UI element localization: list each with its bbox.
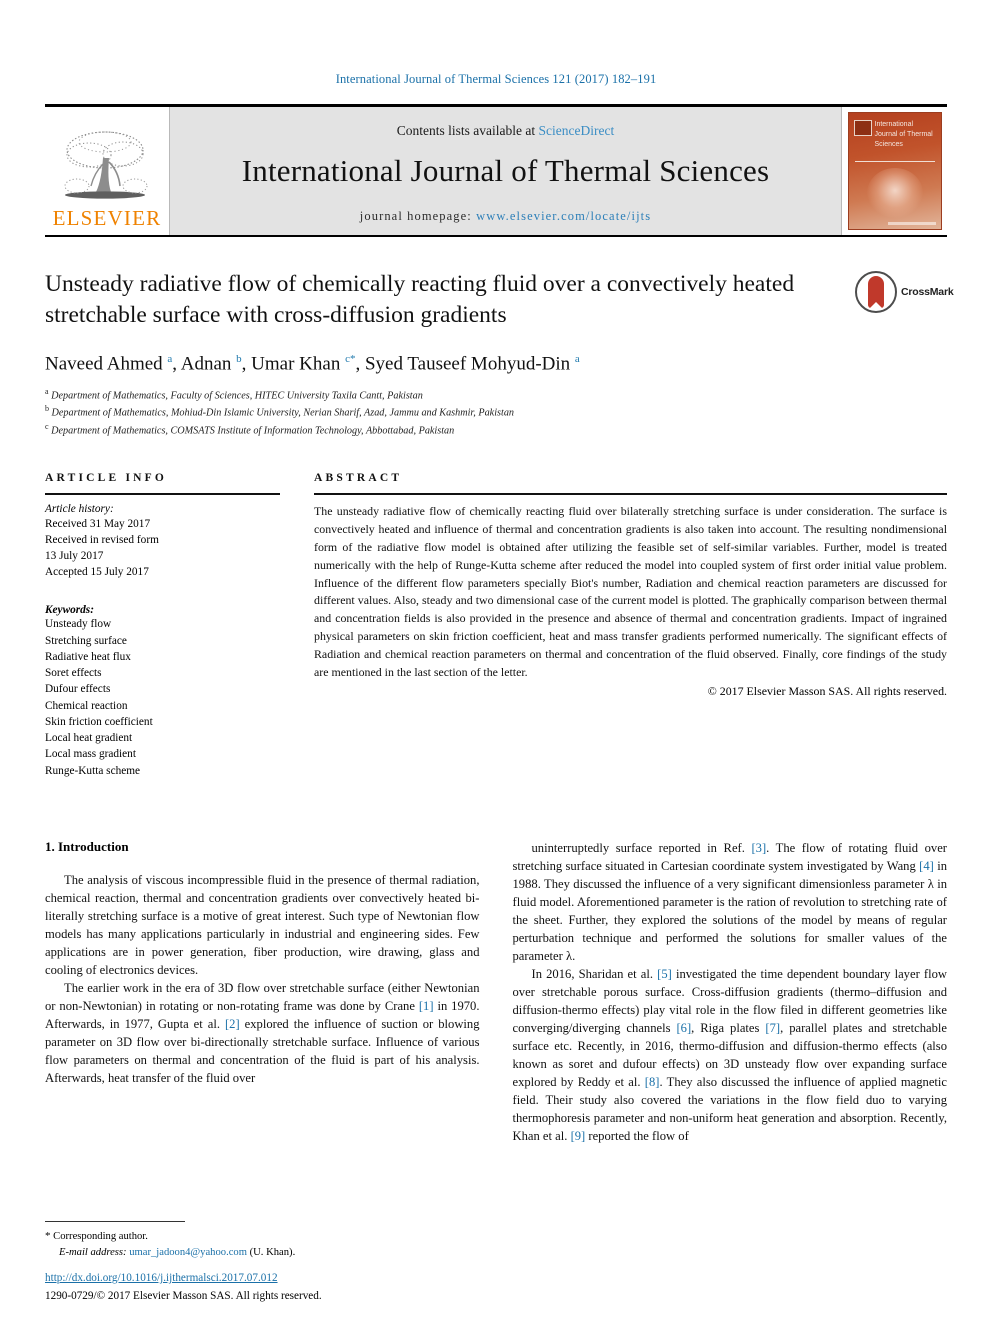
keyword-item: Local mass gradient xyxy=(45,748,136,761)
email-link[interactable]: umar_jadoon4@yahoo.com xyxy=(129,1247,247,1258)
masthead-center: Contents lists available at ScienceDirec… xyxy=(170,107,841,235)
asterisk-icon: * xyxy=(45,1230,51,1243)
affiliation-mark: c xyxy=(45,422,49,432)
affiliation-mark: a xyxy=(45,386,49,396)
crossmark-badge[interactable]: CrossMark xyxy=(855,271,954,319)
paragraph: uninterruptedly surface reported in Ref.… xyxy=(512,840,948,963)
keyword-item: Skin friction coefficient xyxy=(45,715,153,728)
keyword-item: Dufour effects xyxy=(45,683,111,696)
crossmark-icon xyxy=(855,271,897,313)
article-history-item: Received in revised form xyxy=(45,534,159,547)
abstract-rule xyxy=(314,493,947,496)
cover-burst-graphic xyxy=(866,168,923,218)
homepage-url-link[interactable]: www.elsevier.com/locate/ijts xyxy=(476,209,651,223)
email-line: E-mail address: umar_jadoon4@yahoo.com (… xyxy=(45,1245,475,1261)
affiliation-text: Department of Mathematics, COMSATS Insti… xyxy=(51,425,455,437)
corresponding-author-footnote: * Corresponding author. E-mail address: … xyxy=(45,1221,475,1261)
title-block: Unsteady radiative flow of chemically re… xyxy=(45,269,954,440)
journal-title: International Journal of Thermal Science… xyxy=(241,152,770,188)
journal-masthead: ELSEVIER Contents lists available at Sci… xyxy=(45,104,947,237)
article-info-column: ARTICLE INFO Article history: Received 3… xyxy=(45,472,280,779)
elsevier-logo: ELSEVIER xyxy=(45,107,170,235)
paper-page: International Journal of Thermal Science… xyxy=(0,0,992,1323)
cover-title-text: International Journal of Thermal Science… xyxy=(874,121,933,149)
keyword-item: Soret effects xyxy=(45,667,102,680)
keyword-item: Chemical reaction xyxy=(45,699,128,712)
contents-prefix: Contents lists available at xyxy=(396,122,539,138)
abstract-copyright: © 2017 Elsevier Masson SAS. All rights r… xyxy=(707,683,947,698)
article-history-label: Article history: xyxy=(45,503,114,516)
contents-available-line: Contents lists available at ScienceDirec… xyxy=(397,123,614,139)
journal-homepage-line: journal homepage: www.elsevier.com/locat… xyxy=(360,209,651,224)
article-history-item: 13 July 2017 xyxy=(45,550,104,563)
elsevier-tree-icon xyxy=(59,128,155,208)
body-columns: 1. Introduction The analysis of viscous … xyxy=(45,839,947,1145)
cover-publisher-badge-icon xyxy=(853,120,872,136)
running-head: International Journal of Thermal Science… xyxy=(335,72,657,86)
paragraph: In 2016, Sharidan et al. [5] investigate… xyxy=(512,966,948,1143)
body-column-left: 1. Introduction The analysis of viscous … xyxy=(45,839,480,1145)
crossmark-label: CrossMark xyxy=(901,286,954,298)
paragraph: The analysis of viscous incompressible f… xyxy=(45,872,480,977)
journal-cover-thumbnail[interactable]: International Journal of Thermal Science… xyxy=(841,107,947,235)
paragraph: The earlier work in the era of 3D flow o… xyxy=(45,980,480,1085)
elsevier-wordmark: ELSEVIER xyxy=(52,206,162,230)
doi-block: http://dx.doi.org/10.1016/j.ijthermalsci… xyxy=(45,1271,545,1305)
affiliation-mark: b xyxy=(45,404,49,414)
keyword-item: Radiative heat flux xyxy=(45,650,131,663)
affiliation-list: a Department of Mathematics, Faculty of … xyxy=(45,386,847,440)
cover-divider xyxy=(854,161,935,162)
homepage-prefix: journal homepage: xyxy=(359,208,477,223)
cover-image: International Journal of Thermal Science… xyxy=(847,112,942,230)
article-info-rule xyxy=(45,493,280,496)
article-history-item: Accepted 15 July 2017 xyxy=(45,566,149,579)
corresponding-author-line: * Corresponding author. xyxy=(45,1228,475,1245)
info-abstract-section: ARTICLE INFO Article history: Received 3… xyxy=(45,472,947,779)
email-owner: (U. Khan). xyxy=(249,1247,296,1259)
abstract-text: The unsteady radiative flow of chemicall… xyxy=(314,504,947,679)
keyword-item: Local heat gradient xyxy=(45,732,133,745)
abstract-heading: ABSTRACT xyxy=(314,472,403,485)
keyword-item: Stretching surface xyxy=(45,634,127,647)
affiliation-item: b Department of Mathematics, Mohiud-Din … xyxy=(45,403,847,421)
page-title: Unsteady radiative flow of chemically re… xyxy=(45,271,795,329)
email-label: E-mail address: xyxy=(59,1247,127,1259)
abstract-column: ABSTRACT The unsteady radiative flow of … xyxy=(314,472,947,779)
article-info-heading: ARTICLE INFO xyxy=(45,472,168,485)
section-heading-introduction: 1. Introduction xyxy=(45,838,129,854)
corresponding-author-label: Corresponding author. xyxy=(53,1231,148,1243)
keyword-item: Unsteady flow xyxy=(45,618,112,631)
affiliation-text: Department of Mathematics, Faculty of Sc… xyxy=(51,389,423,401)
footnote-rule xyxy=(45,1221,185,1223)
doi-link[interactable]: http://dx.doi.org/10.1016/j.ijthermalsci… xyxy=(45,1271,545,1287)
keywords-label: Keywords: xyxy=(45,604,94,617)
sciencedirect-link[interactable]: ScienceDirect xyxy=(539,123,615,138)
article-history-item: Received 31 May 2017 xyxy=(45,518,151,531)
cover-footer-bar xyxy=(887,222,936,225)
keyword-item: Runge-Kutta scheme xyxy=(45,764,141,777)
affiliation-text: Department of Mathematics, Mohiud-Din Is… xyxy=(51,407,515,419)
body-column-right: uninterruptedly surface reported in Ref.… xyxy=(513,839,948,1145)
issn-copyright-line: 1290-0729/© 2017 Elsevier Masson SAS. Al… xyxy=(45,1290,322,1303)
affiliation-item: c Department of Mathematics, COMSATS Ins… xyxy=(45,421,847,439)
author-list: Naveed Ahmed a, Adnan b, Umar Khan c*, S… xyxy=(45,352,580,374)
affiliation-item: a Department of Mathematics, Faculty of … xyxy=(45,386,847,404)
